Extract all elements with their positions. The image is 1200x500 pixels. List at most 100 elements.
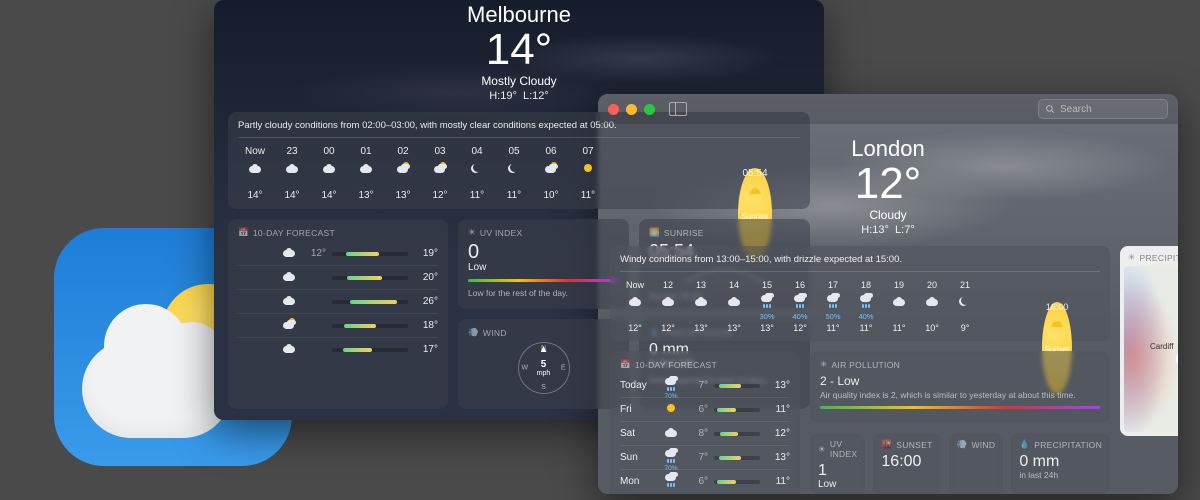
hour-column[interactable]: 1530%13° <box>752 280 782 333</box>
hourly-forecast-card[interactable]: Windy conditions from 13:00–15:00, with … <box>610 246 1110 341</box>
hour-column[interactable]: 0014° <box>312 146 346 201</box>
forecast-row[interactable]: 17° <box>238 337 438 361</box>
day-name: Fri <box>620 404 656 415</box>
air-pollution-card[interactable]: ✳ AIR POLLUTION 2 - Low Air quality inde… <box>810 351 1110 423</box>
search-input[interactable]: Search <box>1038 99 1168 119</box>
hour-column[interactable]: 0113° <box>349 146 383 201</box>
hour-temp: 14° <box>247 190 262 201</box>
sunset-card[interactable]: 🌇 SUNSET 16:00 <box>873 433 940 494</box>
hour-column[interactable]: Now12° <box>620 280 650 333</box>
forecast-row[interactable]: 20° <box>238 265 438 289</box>
hour-column[interactable]: 02 13° <box>386 146 420 201</box>
temp-range-bar <box>714 456 760 460</box>
wind-card[interactable]: 💨 WIND <box>949 433 1004 494</box>
weather-icon <box>726 293 742 309</box>
current-condition: Mostly Cloudy <box>214 74 824 88</box>
weather-icon <box>280 341 298 358</box>
hour-label: 20 <box>927 280 937 290</box>
hour-label: 19 <box>894 280 904 290</box>
hourly-summary: Windy conditions from 13:00–15:00, with … <box>620 254 1100 272</box>
precipitation-card[interactable]: 💧 PRECIPITATION 0 mm in last 24h <box>1011 433 1110 494</box>
hour-column[interactable]: 1911° <box>884 280 914 333</box>
temp-range-bar <box>714 384 760 388</box>
forecast-row[interactable]: Fri 6° 11° <box>620 397 790 421</box>
forecast-row[interactable]: 12°19° <box>238 242 438 265</box>
forecast-row[interactable]: Sat8°12° <box>620 421 790 445</box>
current-temperature: 14° <box>214 28 824 72</box>
hour-label: 21 <box>960 280 970 290</box>
temp-range-bar <box>714 408 760 412</box>
weather-icon <box>321 160 337 176</box>
current-weather-hero: Melbourne 14° Mostly Cloudy H:19° L:12° <box>214 0 824 102</box>
window-controls <box>608 104 655 115</box>
weather-icon <box>662 473 680 490</box>
hour-temp: 12° <box>661 323 675 333</box>
hour-label: 03 <box>434 146 445 157</box>
sidebar-toggle-icon[interactable] <box>669 102 687 116</box>
hour-temp: 14° <box>284 190 299 201</box>
hour-label: 02 <box>397 146 408 157</box>
hour-temp: 11° <box>860 323 873 333</box>
day-name: Sat <box>620 428 656 439</box>
high-temp: 11° <box>766 404 790 415</box>
weather-icon <box>924 293 940 309</box>
hour-temp: 11° <box>581 190 595 201</box>
hour-column[interactable]: 219° <box>950 280 980 333</box>
precipitation-map-card[interactable]: ✳ PRECIPITATION 12 LiverpoolBirminghamCa… <box>1120 246 1178 436</box>
hour-label: 17 <box>828 280 838 290</box>
high-temp: 17° <box>414 344 438 355</box>
hour-column[interactable]: Now14° <box>238 146 272 201</box>
minimize-button[interactable] <box>626 104 637 115</box>
hour-column[interactable]: 2010° <box>917 280 947 333</box>
forecast-row[interactable]: 18° <box>238 313 438 337</box>
hour-temp: 12° <box>793 323 807 333</box>
hourly-strip[interactable]: Now12°1212°1313°1413°1530%13°1640%12°16:… <box>620 280 1100 333</box>
hourly-strip[interactable]: Now14°2314°0014°0113° 02 13° 0312°0411°0511… <box>238 146 800 201</box>
hour-column[interactable]: 2314° <box>275 146 309 201</box>
ten-day-forecast-card[interactable]: 📅 10-DAY FORECAST 12°19°20° 26° 18° 17° <box>228 219 448 409</box>
hour-column[interactable]: 1212° <box>653 280 683 333</box>
hour-temp: 13° <box>694 323 708 333</box>
low-temp: 6° <box>686 476 708 487</box>
hour-column[interactable]: 1640%12° <box>785 280 815 333</box>
hour-column[interactable]: 1750%11° <box>818 280 848 333</box>
hour-label: 14 <box>729 280 739 290</box>
hour-column[interactable]: 0610° <box>534 146 568 201</box>
low-temp: 6° <box>686 404 708 415</box>
forecast-row[interactable]: Today70%7°13° <box>620 374 790 397</box>
temp-range-bar <box>332 276 408 280</box>
high-temp: 13° <box>766 380 790 391</box>
card-title: 📅 10-DAY FORECAST <box>238 227 438 238</box>
hour-column[interactable]: 0411° <box>460 146 494 201</box>
hour-column[interactable]: 13 13° <box>686 280 716 333</box>
hour-column[interactable]: 0511° <box>497 146 531 201</box>
hour-column[interactable]: 14 13° <box>719 280 749 333</box>
ten-day-forecast-card[interactable]: 📅 10-DAY FORECAST Today70%7°13°Fri6°11°S… <box>610 351 800 494</box>
hour-temp: 13° <box>727 323 741 333</box>
map-body[interactable]: 12 LiverpoolBirminghamCardiffLondonSouth… <box>1124 266 1178 432</box>
low-temp: 7° <box>686 380 708 391</box>
hour-column[interactable]: 1840%11° <box>851 280 881 333</box>
hour-temp: 13° <box>395 190 410 201</box>
forecast-row[interactable]: 26° <box>238 289 438 313</box>
high-temp: 26° <box>414 296 438 307</box>
forecast-row[interactable]: Mon6°11° <box>620 469 790 493</box>
day-name: Mon <box>620 476 656 487</box>
weather-icon <box>506 160 522 176</box>
map-current-location[interactable]: 12 <box>1176 350 1178 368</box>
weather-icon <box>747 182 763 198</box>
hour-column[interactable]: 0312° <box>423 146 457 201</box>
fullscreen-button[interactable] <box>644 104 655 115</box>
precip-chance: 30% <box>759 312 774 320</box>
hourly-forecast-card[interactable]: Partly cloudy conditions from 02:00–03:0… <box>228 112 810 209</box>
uv-note: Low for the rest of the day. <box>468 288 619 298</box>
hour-column[interactable]: 0711° <box>571 146 605 201</box>
precip-chance: 40% <box>792 312 807 320</box>
card-title: 📅 10-DAY FORECAST <box>620 359 790 370</box>
close-button[interactable] <box>608 104 619 115</box>
uv-index-card[interactable]: ☀ UV INDEX 1 Low <box>810 433 865 494</box>
weather-icon: 70% <box>662 377 680 394</box>
hour-label: 13 <box>696 280 706 290</box>
forecast-row[interactable]: Sun70%7°13° <box>620 445 790 469</box>
weather-icon <box>957 293 973 309</box>
